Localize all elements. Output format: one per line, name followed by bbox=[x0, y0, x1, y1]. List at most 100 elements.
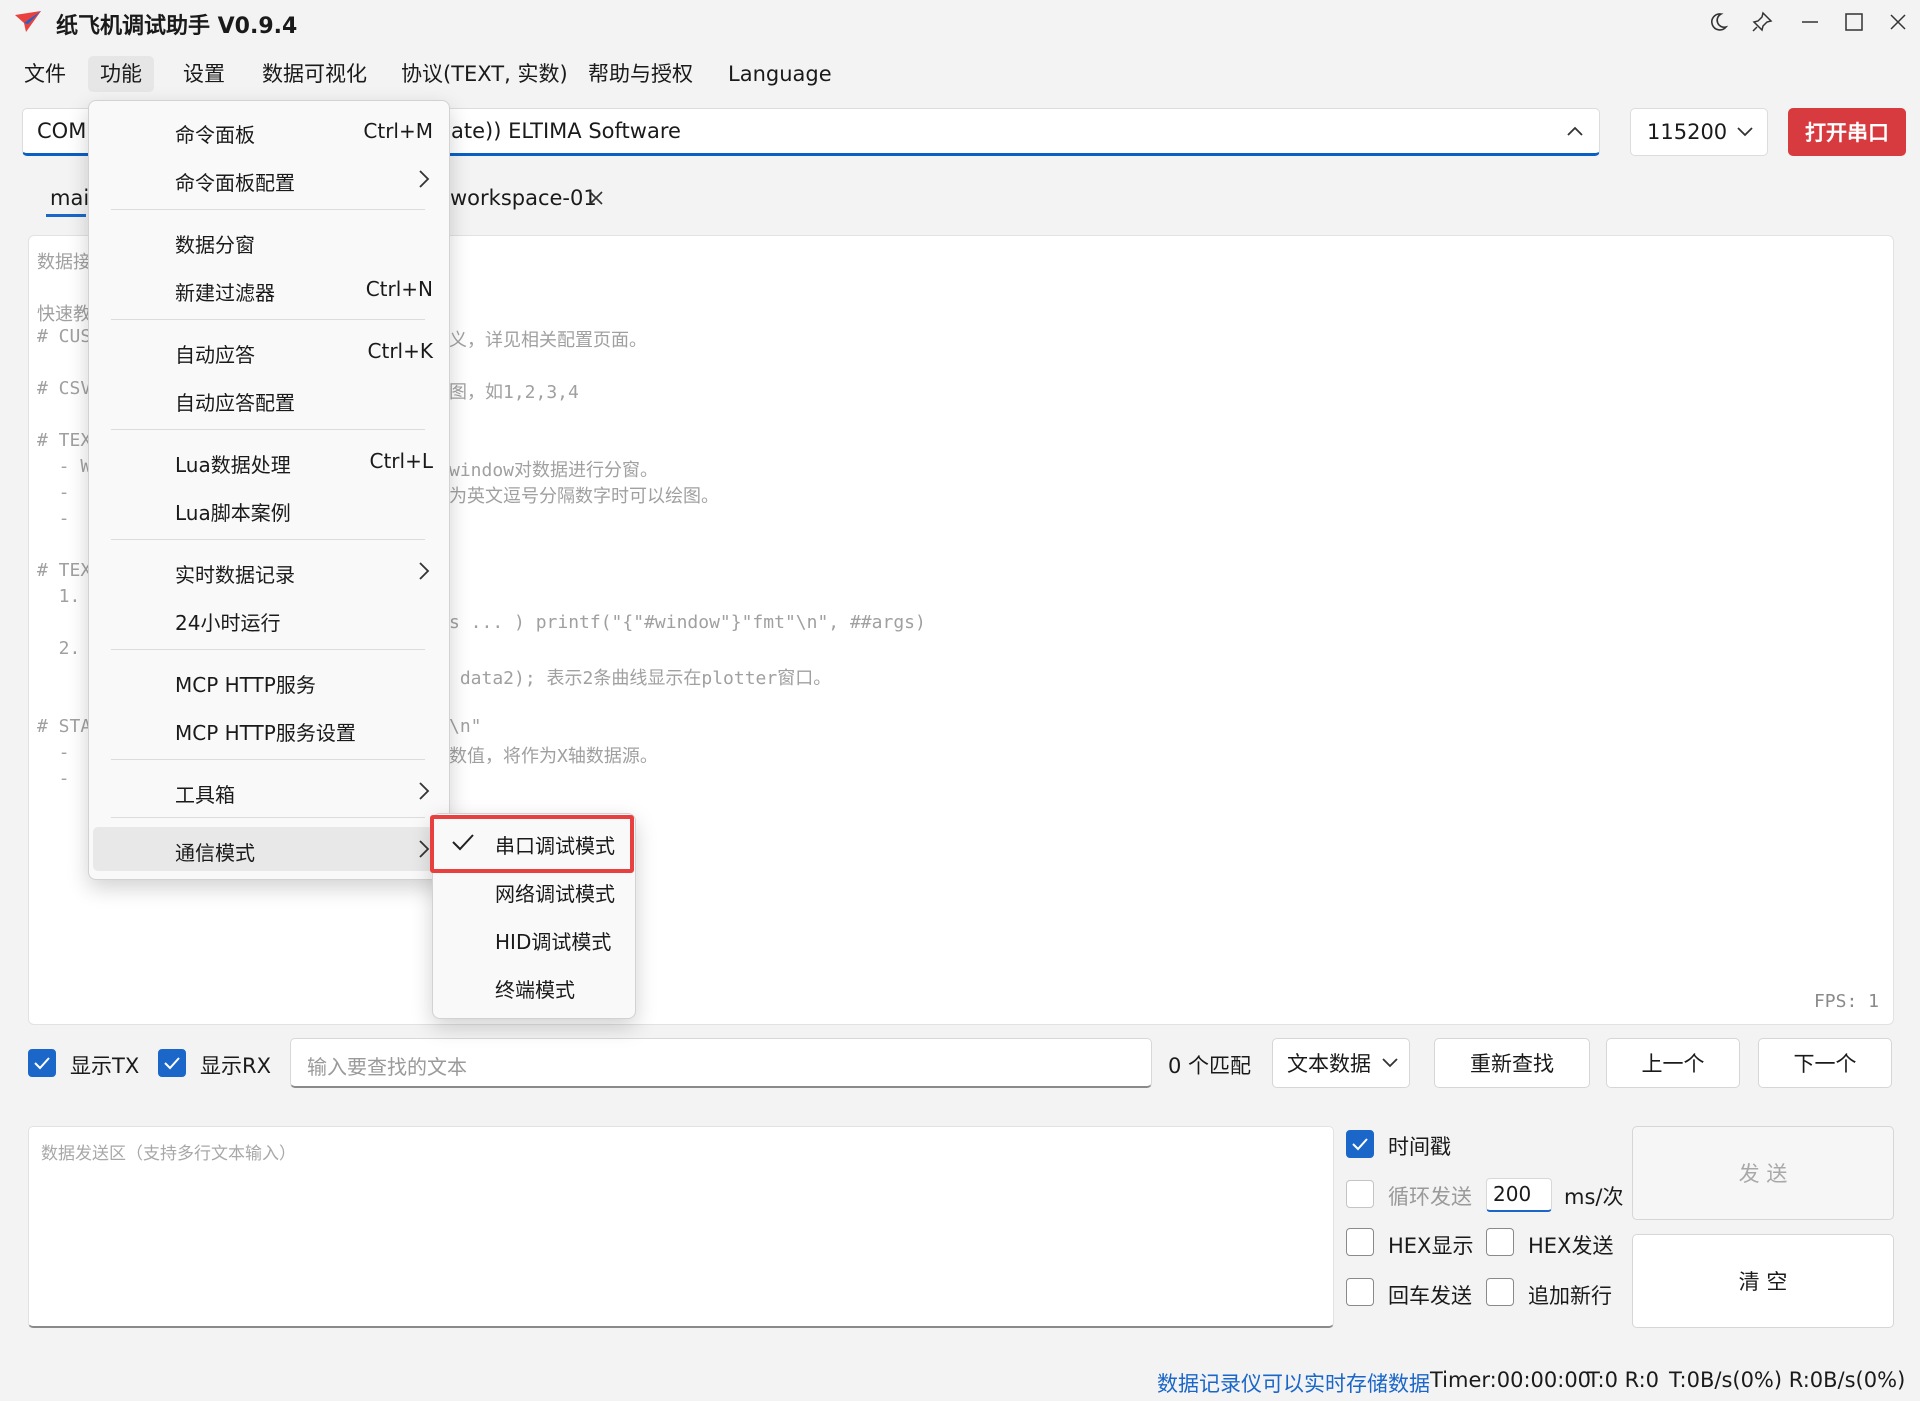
tab-main[interactable]: mai bbox=[50, 178, 89, 218]
menu-function[interactable]: 功能 bbox=[88, 56, 154, 92]
interval-input[interactable]: 200 bbox=[1486, 1178, 1552, 1212]
show-rx-checkbox[interactable] bbox=[158, 1049, 186, 1077]
menu-item[interactable]: MCP HTTP服务 bbox=[93, 659, 445, 703]
interval-unit: ms/次 bbox=[1564, 1185, 1624, 1209]
search-input[interactable]: 输入要查找的文本 bbox=[290, 1038, 1152, 1088]
active-tab-indicator bbox=[46, 214, 86, 217]
menu-item-label: 命令面板 bbox=[175, 123, 255, 147]
check-icon bbox=[34, 1057, 50, 1070]
check-icon bbox=[164, 1057, 180, 1070]
chevron-right-icon bbox=[419, 562, 430, 580]
send-button[interactable]: 发 送 bbox=[1632, 1126, 1894, 1220]
append-newline-checkbox[interactable] bbox=[1486, 1278, 1514, 1306]
next-button[interactable]: 下一个 bbox=[1758, 1038, 1892, 1088]
close-window-button[interactable] bbox=[1876, 4, 1920, 40]
hex-display-checkbox[interactable] bbox=[1346, 1228, 1374, 1256]
data-type-select[interactable]: 文本数据 bbox=[1272, 1038, 1410, 1088]
pin-button[interactable] bbox=[1740, 4, 1784, 40]
menu-item-label: Lua数据处理 bbox=[175, 453, 291, 477]
menu-item-label: 通信模式 bbox=[175, 841, 255, 865]
theme-toggle-button[interactable] bbox=[1696, 4, 1740, 40]
receive-line-fragment: \n" bbox=[449, 716, 482, 737]
menu-item[interactable]: Lua脚本案例 bbox=[93, 487, 445, 531]
receive-line: - bbox=[37, 742, 81, 763]
baud-rate-select[interactable]: 115200 bbox=[1630, 108, 1768, 156]
tab-close-icon[interactable] bbox=[586, 188, 606, 208]
menu-item[interactable]: 工具箱 bbox=[93, 769, 445, 813]
open-port-button[interactable]: 打开串口 bbox=[1788, 108, 1906, 156]
function-menu: 命令面板 Ctrl+M 命令面板配置 数据分窗新建过滤器 Ctrl+N 自动应答 Ctrl+… bbox=[88, 100, 450, 880]
menu-separator bbox=[111, 759, 425, 760]
hex-send-label: HEX发送 bbox=[1528, 1234, 1614, 1258]
fps-counter: FPS: 1 bbox=[1813, 991, 1879, 1012]
submenu-item-label: HID调试模式 bbox=[495, 930, 612, 954]
menu-item[interactable]: 自动应答 Ctrl+K bbox=[93, 329, 445, 373]
menu-item-label: 命令面板配置 bbox=[175, 171, 295, 195]
menu-settings[interactable]: 设置 bbox=[171, 56, 237, 92]
logger-link[interactable]: 数据记录仪可以实时存储数据 bbox=[1157, 1368, 1430, 1398]
baud-rate-value: 115200 bbox=[1647, 120, 1728, 144]
receive-line: 快速教 bbox=[37, 304, 91, 325]
menu-language[interactable]: Language bbox=[716, 56, 844, 92]
menu-protocol[interactable]: 协议(TEXT, 实数) bbox=[389, 56, 580, 92]
menu-help[interactable]: 帮助与授权 bbox=[576, 56, 705, 92]
chevron-right-icon bbox=[419, 170, 430, 188]
receive-line bbox=[37, 664, 80, 685]
receive-line: 2. bbox=[37, 638, 81, 659]
maximize-button[interactable] bbox=[1832, 4, 1876, 40]
menu-separator bbox=[111, 539, 425, 540]
app-title: 纸飞机调试助手 V0.9.4 bbox=[56, 14, 298, 39]
receive-line: 数据接 bbox=[37, 252, 91, 273]
minimize-button[interactable] bbox=[1788, 4, 1832, 40]
clear-button[interactable]: 清 空 bbox=[1632, 1234, 1894, 1328]
submenu-item[interactable]: 网络调试模式 bbox=[433, 868, 635, 912]
receive-line: - bbox=[37, 508, 81, 529]
menu-visualization[interactable]: 数据可视化 bbox=[250, 56, 379, 92]
menu-item-label: MCP HTTP服务 bbox=[175, 673, 316, 697]
port-description: ate)) ELTIMA Software bbox=[451, 119, 681, 143]
timestamp-label: 时间戳 bbox=[1388, 1135, 1451, 1159]
receive-line: - bbox=[37, 768, 81, 789]
menu-item[interactable]: 新建过滤器 Ctrl+N bbox=[93, 267, 445, 311]
refind-button[interactable]: 重新查找 bbox=[1434, 1038, 1590, 1088]
menu-item-shortcut: Ctrl+L bbox=[369, 449, 434, 473]
show-tx-label: 显示TX bbox=[70, 1054, 140, 1078]
menu-item-label: MCP HTTP服务设置 bbox=[175, 721, 356, 745]
menu-item[interactable]: 通信模式 bbox=[93, 827, 445, 871]
loop-send-checkbox[interactable] bbox=[1346, 1180, 1374, 1208]
menu-item-label: 数据分窗 bbox=[175, 233, 255, 257]
receive-line-fragment: 图，如1,2,3,4 bbox=[449, 382, 579, 403]
menu-file[interactable]: 文件 bbox=[12, 56, 78, 92]
pin-icon bbox=[1752, 11, 1773, 32]
submenu-item[interactable]: 终端模式 bbox=[433, 964, 635, 1008]
tab-workspace[interactable]: workspace-01 bbox=[450, 178, 597, 218]
enter-send-checkbox[interactable] bbox=[1346, 1278, 1374, 1306]
menu-separator bbox=[111, 209, 425, 210]
data-rate: T:0B/s(0%) R:0B/s(0%) bbox=[1669, 1368, 1906, 1392]
append-newline-label: 追加新行 bbox=[1528, 1284, 1612, 1308]
hex-send-checkbox[interactable] bbox=[1486, 1228, 1514, 1256]
moon-icon bbox=[1711, 13, 1729, 31]
menu-item[interactable]: 数据分窗 bbox=[93, 219, 445, 263]
receive-line-fragment: s ... ) printf("{"#window"}"fmt"\n", ##a… bbox=[449, 612, 926, 633]
receive-line: # STA bbox=[37, 716, 92, 737]
menu-separator bbox=[111, 649, 425, 650]
menu-item[interactable]: 命令面板 Ctrl+M bbox=[93, 109, 445, 153]
menu-item[interactable]: 命令面板配置 bbox=[93, 157, 445, 201]
menu-separator bbox=[111, 817, 425, 818]
menu-item[interactable]: 24小时运行 bbox=[93, 597, 445, 641]
receive-line bbox=[37, 612, 80, 633]
prev-button[interactable]: 上一个 bbox=[1606, 1038, 1740, 1088]
menu-item[interactable]: MCP HTTP服务设置 bbox=[93, 707, 445, 751]
menu-item[interactable]: Lua数据处理 Ctrl+L bbox=[93, 439, 445, 483]
submenu-item[interactable]: HID调试模式 bbox=[433, 916, 635, 960]
selection-highlight bbox=[430, 815, 634, 873]
send-input[interactable]: 数据发送区（支持多行文本输入） bbox=[28, 1126, 1334, 1328]
menu-item[interactable]: 实时数据记录 bbox=[93, 549, 445, 593]
show-tx-checkbox[interactable] bbox=[28, 1049, 56, 1077]
chevron-down-icon bbox=[1737, 127, 1753, 137]
timestamp-checkbox[interactable] bbox=[1346, 1130, 1374, 1158]
match-count: 0 个匹配 bbox=[1168, 1054, 1252, 1078]
menu-item[interactable]: 自动应答配置 bbox=[93, 377, 445, 421]
menu-item-shortcut: Ctrl+M bbox=[363, 119, 433, 143]
